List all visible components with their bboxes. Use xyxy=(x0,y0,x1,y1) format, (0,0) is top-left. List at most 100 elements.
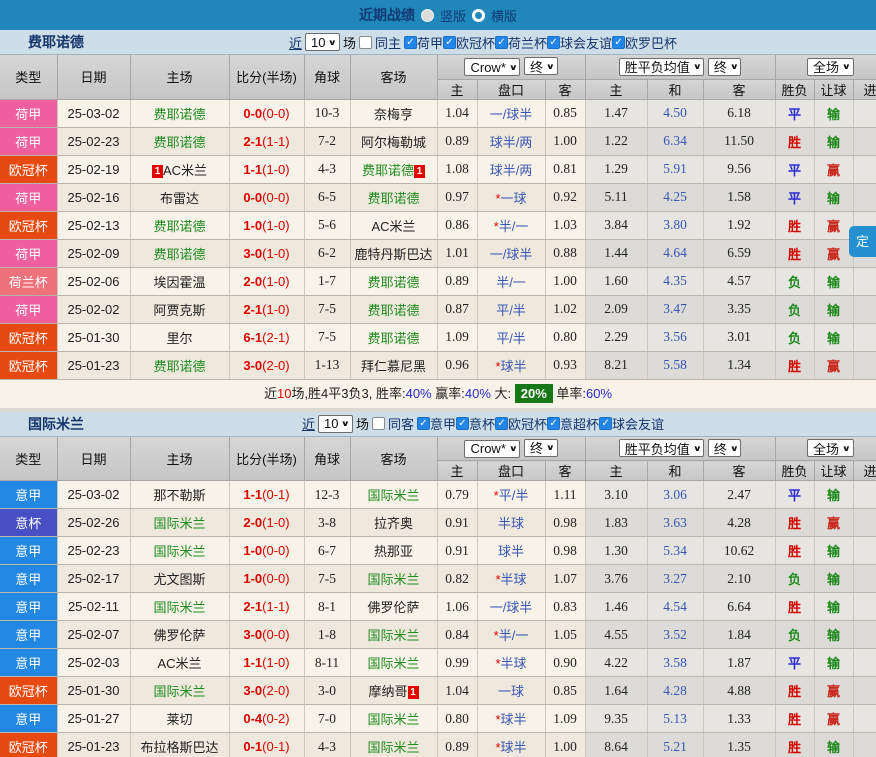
same-venue-checkbox[interactable] xyxy=(372,417,385,430)
league-label[interactable]: 意超杯 xyxy=(560,414,599,433)
col-away: 客场 xyxy=(350,55,437,99)
competition-badge: 荷甲 xyxy=(0,295,57,323)
layout-vertical-label[interactable]: 竖版 xyxy=(440,6,466,25)
league-checkbox[interactable]: ✓ xyxy=(547,417,560,430)
league-label[interactable]: 欧罗巴杯 xyxy=(625,33,677,52)
layout-radio-vertical-icon[interactable] xyxy=(421,9,434,22)
league-label[interactable]: 意杯 xyxy=(469,414,495,433)
handicap-result: 赢 xyxy=(814,509,853,537)
layout-horizontal-label[interactable]: 横版 xyxy=(491,6,517,25)
competition-badge: 荷甲 xyxy=(0,127,57,155)
stats-summary: 近10场,胜4平3负3, 胜率:40% 赢率:40% 大: 20% 单率:60% xyxy=(0,380,876,408)
avg-odds-select[interactable]: 胜平负均值∨ xyxy=(619,58,705,76)
bookmaker-select[interactable]: Crow*∨ xyxy=(464,440,520,458)
handicap-home-odds: 1.08 xyxy=(437,155,477,183)
league-checkbox[interactable]: ✓ xyxy=(443,36,456,49)
section-header: 国际米兰 近 10∨ 场 同客 ✓意甲✓意杯✓欧冠杯✓意超杯✓球会友谊 xyxy=(0,412,876,437)
handicap-result: 输 xyxy=(814,565,853,593)
same-venue-label[interactable]: 同主 xyxy=(375,33,401,52)
league-checkbox[interactable]: ✓ xyxy=(495,36,508,49)
avg-group-header: 胜平负均值∨ 终∨ xyxy=(585,437,775,461)
league-label[interactable]: 荷兰杯 xyxy=(508,33,547,52)
league-checkbox[interactable]: ✓ xyxy=(495,417,508,430)
sub-col-avg-home: 主 xyxy=(585,461,647,481)
away-team: 国际米兰 xyxy=(350,733,437,757)
wdl-result: 平 xyxy=(775,99,814,127)
sub-col-avg-draw: 和 xyxy=(647,79,703,99)
odds-time-select[interactable]: 终∨ xyxy=(524,57,558,75)
match-date: 25-02-23 xyxy=(57,537,130,565)
scope-select[interactable]: 全场∨ xyxy=(807,439,854,457)
same-venue-checkbox[interactable] xyxy=(359,36,372,49)
avg-time-select[interactable]: 终∨ xyxy=(708,58,742,76)
league-label[interactable]: 欧冠杯 xyxy=(456,33,495,52)
red-card-badge: 1 xyxy=(152,165,163,178)
match-score: 2-1(1-0) xyxy=(229,295,304,323)
handicap-line: 平/半 xyxy=(477,295,545,323)
match-count-select[interactable]: 10∨ xyxy=(318,415,353,433)
competition-badge: 荷甲 xyxy=(0,183,57,211)
odds-time-select[interactable]: 终∨ xyxy=(524,439,558,457)
league-checkbox[interactable]: ✓ xyxy=(547,36,560,49)
competition-badge: 意甲 xyxy=(0,649,57,677)
match-count-select[interactable]: 10∨ xyxy=(305,33,340,51)
near-link[interactable]: 近 xyxy=(302,414,315,433)
handicap-away-odds: 1.03 xyxy=(545,211,585,239)
bookmaker-select[interactable]: Crow*∨ xyxy=(464,58,520,76)
league-checkbox[interactable]: ✓ xyxy=(404,36,417,49)
league-checkbox[interactable]: ✓ xyxy=(599,417,612,430)
avg-home-odds: 8.64 xyxy=(585,733,647,757)
match-row: 荷甲 25-03-02 费耶诺德 0-0(0-0) 10-3 奈梅亨 1.04 … xyxy=(0,99,876,127)
avg-away-odds: 6.18 xyxy=(703,99,775,127)
handicap-home-odds: 0.91 xyxy=(437,509,477,537)
scope-select[interactable]: 全场∨ xyxy=(807,58,854,76)
competition-badge: 意甲 xyxy=(0,621,57,649)
home-team: 埃因霍温 xyxy=(130,267,229,295)
col-score: 比分(半场) xyxy=(229,437,304,481)
match-score: 1-1(0-1) xyxy=(229,481,304,509)
wdl-result: 胜 xyxy=(775,733,814,757)
league-label[interactable]: 意甲 xyxy=(430,414,456,433)
near-link[interactable]: 近 xyxy=(289,33,302,52)
competition-badge: 欧冠杯 xyxy=(0,155,57,183)
competition-badge: 欧冠杯 xyxy=(0,323,57,351)
match-row: 欧冠杯 25-01-30 里尔 6-1(2-1) 7-5 费耶诺德 1.09 平… xyxy=(0,323,876,351)
handicap-away-odds: 0.85 xyxy=(545,677,585,705)
league-label[interactable]: 荷甲 xyxy=(417,33,443,52)
handicap-line: *一球 xyxy=(477,183,545,211)
avg-time-select[interactable]: 终∨ xyxy=(708,439,742,457)
count-suffix-label: 场 xyxy=(343,33,356,52)
avg-group-header: 胜平负均值∨ 终∨ xyxy=(585,55,775,79)
match-date: 25-02-16 xyxy=(57,183,130,211)
league-label[interactable]: 欧冠杯 xyxy=(508,414,547,433)
league-label[interactable]: 球会友谊 xyxy=(612,414,664,433)
avg-draw-odds: 3.27 xyxy=(647,565,703,593)
competition-badge: 欧冠杯 xyxy=(0,733,57,757)
avg-home-odds: 9.35 xyxy=(585,705,647,733)
pin-side-tab[interactable]: 定 xyxy=(849,226,876,257)
layout-radio-horizontal-icon[interactable] xyxy=(472,9,485,22)
league-label[interactable]: 球会友谊 xyxy=(560,33,612,52)
handicap-result: 输 xyxy=(814,127,853,155)
league-checkbox[interactable]: ✓ xyxy=(417,417,430,430)
handicap-home-odds: 0.96 xyxy=(437,351,477,379)
avg-odds-select[interactable]: 胜平负均值∨ xyxy=(619,439,705,457)
match-score: 0-0(0-0) xyxy=(229,99,304,127)
corner-stat: 3-0 xyxy=(304,677,350,705)
avg-away-odds: 1.87 xyxy=(703,649,775,677)
corner-stat: 7-5 xyxy=(304,295,350,323)
match-date: 25-02-19 xyxy=(57,155,130,183)
sub-col-wdl: 胜负 xyxy=(775,461,814,481)
match-score: 1-0(0-0) xyxy=(229,565,304,593)
handicap-line: 一/球半 xyxy=(477,239,545,267)
league-checkbox[interactable]: ✓ xyxy=(456,417,469,430)
match-date: 25-02-06 xyxy=(57,267,130,295)
league-checkbox[interactable]: ✓ xyxy=(612,36,625,49)
home-team: 那不勒斯 xyxy=(130,481,229,509)
wdl-result: 平 xyxy=(775,183,814,211)
away-team: 拉齐奥 xyxy=(350,509,437,537)
same-venue-label[interactable]: 同客 xyxy=(388,414,414,433)
results-table: 类型 日期 主场 比分(半场) 角球 客场 Crow*∨ 终∨ 胜平负均值∨ 终… xyxy=(0,55,876,380)
handicap-home-odds: 0.99 xyxy=(437,649,477,677)
home-team: 国际米兰 xyxy=(130,677,229,705)
